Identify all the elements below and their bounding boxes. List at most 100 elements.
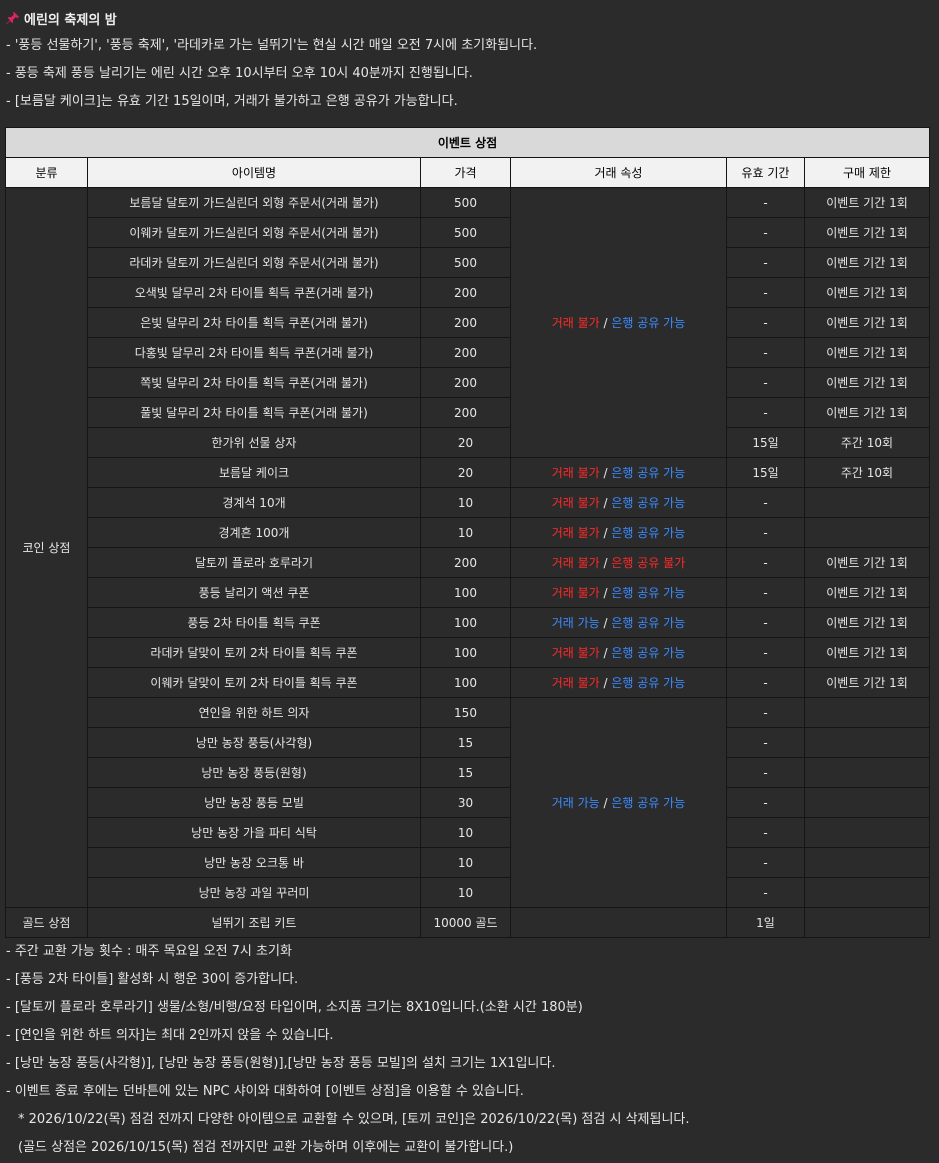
item-name: 풍등 2차 타이틀 획득 쿠폰 bbox=[87, 607, 421, 638]
item-price: 500 bbox=[420, 247, 511, 278]
table-row: 오색빛 달무리 2차 타이틀 획득 쿠폰(거래 불가) 200 - 이벤트 기간 1회 bbox=[6, 277, 931, 308]
note-line: - 풍등 축제 풍등 날리기는 에린 시간 오후 10시부터 오후 10시 40… bbox=[6, 66, 473, 81]
item-limit bbox=[803, 727, 931, 758]
page: 에린의 축제의 밤 - '풍등 선물하기', '풍등 축제', '라데카로 가는… bbox=[0, 0, 939, 1163]
trade-cell bbox=[510, 907, 727, 938]
item-price: 30 bbox=[420, 787, 511, 818]
table-row: 보름달 케이크 20 거래 불가 / 은행 공유 가능 15일 주간 10회 bbox=[6, 457, 931, 488]
item-name: 경계흔 100개 bbox=[87, 517, 421, 548]
item-name: 낭만 농장 오크통 바 bbox=[87, 847, 421, 878]
bank-status: 은행 공유 가능 bbox=[611, 646, 686, 660]
item-period: - bbox=[726, 547, 805, 578]
table-row: 낭만 농장 풍등(사각형) 15 - bbox=[6, 727, 931, 758]
trade-status: 거래 가능 bbox=[551, 616, 600, 630]
trade-cell: 거래 불가 / 은행 공유 가능 bbox=[510, 457, 727, 488]
item-price: 200 bbox=[420, 277, 511, 308]
table-row: 풍등 날리기 액션 쿠폰 100 거래 불가 / 은행 공유 가능 - 이벤트 기간 1… bbox=[6, 577, 931, 608]
item-limit bbox=[803, 907, 931, 938]
note-line: - 주간 교환 가능 횟수 : 매주 목요일 오전 7시 초기화 bbox=[6, 944, 292, 959]
table-row: 은빛 달무리 2차 타이틀 획득 쿠폰(거래 불가) 200 - 이벤트 기간 1회 bbox=[6, 307, 931, 338]
item-price: 15 bbox=[420, 727, 511, 758]
item-price: 150 bbox=[420, 697, 511, 728]
item-price: 200 bbox=[420, 547, 511, 578]
notes-bottom: - 주간 교환 가능 횟수 : 매주 목요일 오전 7시 초기화 - [풍등 2… bbox=[6, 938, 690, 1162]
item-name: 낭만 농장 풍등(원형) bbox=[87, 757, 421, 788]
table-row: 한가위 선물 상자 20 15일 주간 10회 bbox=[6, 427, 931, 458]
trade-status: 거래 불가 bbox=[551, 316, 600, 330]
col-price: 가격 bbox=[420, 157, 511, 188]
table-row: 낭만 농장 과일 꾸러미 10 - bbox=[6, 877, 931, 908]
item-period: - bbox=[726, 637, 805, 668]
table-title: 이벤트 상점 bbox=[4, 127, 931, 158]
category-cell: 골드 상점 bbox=[5, 907, 88, 938]
category-cell: 코인 상점 bbox=[5, 187, 88, 908]
item-price: 100 bbox=[420, 577, 511, 608]
item-period: - bbox=[726, 187, 805, 218]
item-period: - bbox=[726, 517, 805, 548]
item-name: 은빛 달무리 2차 타이틀 획득 쿠폰(거래 불가) bbox=[87, 307, 421, 338]
col-limit: 구매 제한 bbox=[803, 157, 931, 188]
trade-cell: 거래 불가 / 은행 공유 가능 bbox=[510, 517, 727, 548]
item-period: - bbox=[726, 607, 805, 638]
item-name: 보름달 케이크 bbox=[87, 457, 421, 488]
table-row: 쪽빛 달무리 2차 타이틀 획득 쿠폰(거래 불가) 200 - 이벤트 기간 1회 bbox=[6, 367, 931, 398]
item-period: - bbox=[726, 217, 805, 248]
item-price: 10 bbox=[420, 817, 511, 848]
item-name: 낭만 농장 풍등 모빌 bbox=[87, 787, 421, 818]
item-name: 널뛰기 조립 키트 bbox=[87, 907, 421, 938]
bank-status: 은행 공유 가능 bbox=[611, 496, 686, 510]
item-name: 오색빛 달무리 2차 타이틀 획득 쿠폰(거래 불가) bbox=[87, 277, 421, 308]
item-limit: 이벤트 기간 1회 bbox=[803, 277, 931, 308]
item-limit: 주간 10회 bbox=[803, 457, 931, 488]
item-limit: 이벤트 기간 1회 bbox=[803, 187, 931, 218]
item-limit bbox=[803, 787, 931, 818]
item-name: 연인을 위한 하트 의자 bbox=[87, 697, 421, 728]
title-text: 에린의 축제의 밤 bbox=[24, 12, 117, 28]
item-price: 200 bbox=[420, 397, 511, 428]
note-line: * 2026/10/22(목) 점검 전까지 다양한 아이템으로 교환할 수 있… bbox=[18, 1112, 690, 1127]
note-line: - 이벤트 종료 후에는 던바튼에 있는 NPC 샤이와 대화하여 [이벤트 상… bbox=[6, 1084, 524, 1099]
table-row: 경계흔 100개 10 거래 불가 / 은행 공유 가능 - bbox=[6, 517, 931, 548]
item-price: 500 bbox=[420, 217, 511, 248]
trade-cell: 거래 불가 / 은행 공유 가능 bbox=[510, 577, 727, 608]
note-line: - [달토끼 플로라 호루라기] 생물/소형/비행/요정 타입이며, 소지품 크… bbox=[6, 1000, 583, 1015]
bank-status: 은행 공유 가능 bbox=[611, 676, 686, 690]
trade-cell: 거래 불가 / 은행 공유 가능 bbox=[510, 187, 727, 458]
trade-cell: 거래 불가 / 은행 공유 불가 bbox=[510, 547, 727, 578]
item-limit: 이벤트 기간 1회 bbox=[803, 547, 931, 578]
bank-status: 은행 공유 불가 bbox=[611, 556, 686, 570]
item-price: 10 bbox=[420, 877, 511, 908]
item-period: - bbox=[726, 247, 805, 278]
table-row: 코인 상점 보름달 달토끼 가드실린더 외형 주문서(거래 불가) 500 거래 불가… bbox=[5, 187, 931, 908]
item-price: 200 bbox=[420, 337, 511, 368]
bank-status: 은행 공유 가능 bbox=[611, 526, 686, 540]
trade-separator: / bbox=[599, 646, 612, 660]
trade-status: 거래 가능 bbox=[551, 796, 600, 810]
col-period: 유효 기간 bbox=[726, 157, 805, 188]
table-row: 연인을 위한 하트 의자 150 거래 가능 / 은행 공유 가능 - bbox=[6, 697, 931, 908]
item-period: - bbox=[726, 667, 805, 698]
note-line: - [보름달 케이크]는 유효 기간 15일이며, 거래가 불가하고 은행 공유… bbox=[6, 94, 458, 109]
item-limit bbox=[803, 757, 931, 788]
item-name: 라데카 달토끼 가드실린더 외형 주문서(거래 불가) bbox=[87, 247, 421, 278]
pushpin-icon bbox=[6, 11, 20, 25]
item-name: 보름달 달토끼 가드실린더 외형 주문서(거래 불가) bbox=[87, 187, 421, 218]
item-limit: 이벤트 기간 1회 bbox=[803, 667, 931, 698]
table-row: 낭만 농장 가을 파티 식탁 10 - bbox=[6, 817, 931, 848]
item-name: 한가위 선물 상자 bbox=[87, 427, 421, 458]
col-item-name: 아이템명 bbox=[87, 157, 421, 188]
table-row: 골드 상점 널뛰기 조립 키트 10000 골드 1일 bbox=[5, 907, 931, 938]
item-name: 풀빛 달무리 2차 타이틀 획득 쿠폰(거래 불가) bbox=[87, 397, 421, 428]
item-price: 10000 골드 bbox=[420, 907, 511, 938]
trade-cell: 거래 불가 / 은행 공유 가능 bbox=[510, 487, 727, 518]
note-line: (골드 상점은 2026/10/15(목) 점검 전까지만 교환 가능하며 이후… bbox=[18, 1140, 514, 1155]
item-period: - bbox=[726, 817, 805, 848]
table-row: 경계석 10개 10 거래 불가 / 은행 공유 가능 - bbox=[6, 487, 931, 518]
table-row: 이웨카 달맞이 토끼 2차 타이틀 획득 쿠폰 100 거래 불가 / 은행 공유 … bbox=[6, 667, 931, 698]
col-category: 분류 bbox=[5, 157, 88, 188]
item-period: 15일 bbox=[726, 457, 805, 488]
note-line: - '풍등 선물하기', '풍등 축제', '라데카로 가는 널뛰기'는 현실 … bbox=[6, 38, 538, 53]
item-name: 다홍빛 달무리 2차 타이틀 획득 쿠폰(거래 불가) bbox=[87, 337, 421, 368]
header-row: 분류 아이템명 가격 거래 속성 유효 기간 구매 제한 bbox=[5, 157, 931, 188]
event-shop-table: 이벤트 상점 분류 아이템명 가격 거래 속성 유효 기간 구매 제한 코인 상… bbox=[4, 127, 931, 938]
